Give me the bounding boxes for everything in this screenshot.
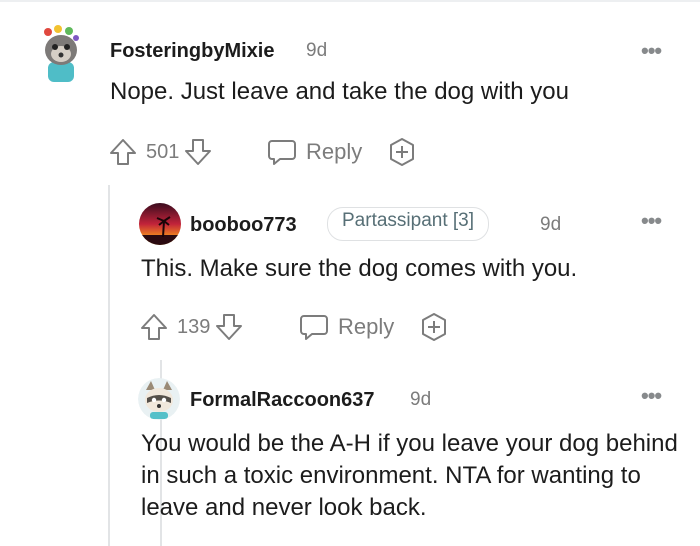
- vote-count: 139: [177, 315, 211, 338]
- username[interactable]: FormalRaccoon637: [190, 389, 375, 412]
- downvote-icon[interactable]: [214, 312, 244, 342]
- comment-body: Nope. Just leave and take the dog with y…: [110, 78, 569, 105]
- vote-count: 501: [146, 140, 180, 163]
- award-plus-icon: [386, 136, 418, 168]
- reply-label: Reply: [338, 314, 395, 339]
- reply-button[interactable]: Reply: [266, 136, 362, 168]
- username[interactable]: FosteringbyMixie: [110, 40, 274, 63]
- top-divider: [0, 0, 700, 2]
- reply-bubble-icon: [266, 137, 298, 167]
- username[interactable]: booboo773: [190, 214, 297, 237]
- user-flair-badge: Partassipant [3]: [327, 207, 490, 241]
- timestamp[interactable]: 9d: [540, 214, 561, 236]
- timestamp[interactable]: 9d: [410, 389, 431, 411]
- avatar[interactable]: [139, 203, 181, 245]
- downvote-icon[interactable]: [183, 137, 213, 167]
- comment-body: You would be the A-H if you leave your d…: [141, 430, 678, 521]
- avatar[interactable]: [138, 378, 180, 420]
- reply-bubble-icon: [298, 312, 330, 342]
- more-options-icon[interactable]: •••: [641, 38, 662, 64]
- award-plus-icon: [418, 311, 450, 343]
- more-options-icon[interactable]: •••: [641, 208, 662, 234]
- avatar[interactable]: [36, 24, 86, 82]
- thread-line-level-1[interactable]: [108, 185, 110, 546]
- upvote-icon[interactable]: [108, 137, 138, 167]
- reply-button[interactable]: Reply: [298, 311, 394, 343]
- vote-bar: 501: [108, 137, 213, 167]
- vote-bar: 139: [139, 312, 244, 342]
- timestamp[interactable]: 9d: [306, 40, 327, 62]
- reply-label: Reply: [306, 139, 363, 164]
- award-button[interactable]: [386, 136, 418, 168]
- upvote-icon[interactable]: [139, 312, 169, 342]
- comment-body: This. Make sure the dog comes with you.: [141, 255, 578, 282]
- award-button[interactable]: [418, 311, 450, 343]
- more-options-icon[interactable]: •••: [641, 383, 662, 409]
